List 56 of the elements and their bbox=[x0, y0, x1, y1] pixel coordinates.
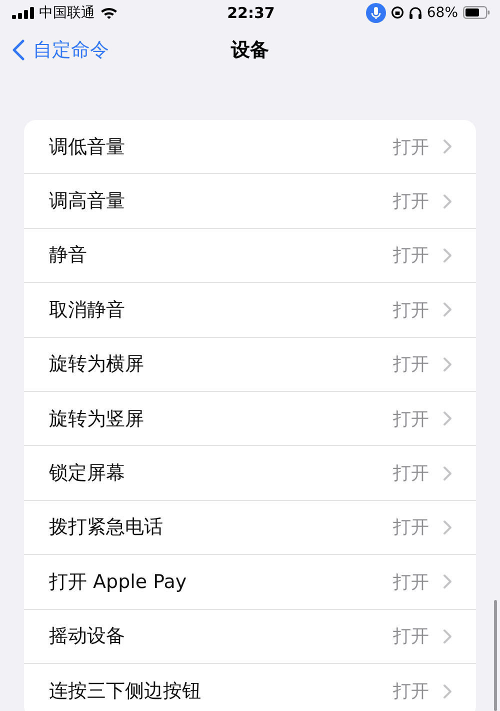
list-row[interactable]: 拨打紧急电话 打开 bbox=[24, 500, 476, 556]
row-label: 静音 bbox=[49, 243, 88, 268]
row-value: 打开 bbox=[393, 298, 429, 322]
row-value: 打开 bbox=[393, 408, 429, 431]
row-label: 调低音量 bbox=[49, 134, 126, 160]
row-value: 打开 bbox=[393, 462, 429, 486]
row-value: 打开 bbox=[393, 190, 429, 214]
page-title: 设备 bbox=[231, 38, 269, 63]
row-label: 连按三下侧边按钮 bbox=[49, 679, 202, 704]
list-row[interactable]: 打开 Apple Pay 打开 bbox=[24, 555, 476, 610]
chevron-right-icon bbox=[443, 466, 452, 481]
list-row[interactable]: 旋转为竖屏 打开 bbox=[24, 392, 476, 446]
chevron-right-icon bbox=[443, 139, 452, 154]
list-row[interactable]: 锁定屏幕 打开 bbox=[24, 446, 476, 501]
chevron-right-icon bbox=[443, 356, 452, 372]
list-row[interactable]: 旋转为横屏 打开 bbox=[24, 338, 476, 392]
chevron-right-icon bbox=[443, 194, 452, 209]
row-label: 拨打紧急电话 bbox=[49, 515, 164, 540]
signal-icon bbox=[12, 6, 34, 18]
row-value: 打开 bbox=[393, 353, 429, 376]
row-value: 打开 bbox=[393, 625, 429, 648]
list-row[interactable]: 摇动设备 打开 bbox=[24, 610, 476, 664]
headphones-icon bbox=[408, 6, 422, 19]
row-label: 调高音量 bbox=[49, 189, 126, 214]
chevron-right-icon bbox=[443, 684, 452, 699]
microphone-icon bbox=[366, 2, 386, 22]
chevron-right-icon bbox=[443, 574, 452, 590]
list-row[interactable]: 静音 打开 bbox=[24, 228, 476, 284]
chevron-right-icon bbox=[443, 628, 452, 644]
row-label: 旋转为横屏 bbox=[49, 352, 145, 378]
row-value: 打开 bbox=[393, 680, 429, 704]
row-label: 取消静音 bbox=[49, 298, 126, 323]
battery-percent: 68% bbox=[426, 4, 458, 20]
list-row[interactable]: 取消静音 打开 bbox=[24, 283, 476, 338]
row-label: 锁定屏幕 bbox=[49, 461, 126, 486]
rotation-lock-icon bbox=[390, 6, 404, 19]
chevron-right-icon bbox=[443, 411, 452, 426]
back-button[interactable]: 自定命令 bbox=[12, 37, 109, 63]
list-row[interactable]: 调低音量 打开 bbox=[24, 120, 476, 174]
battery-icon bbox=[463, 6, 490, 19]
row-label: 打开 Apple Pay bbox=[49, 570, 188, 595]
row-value: 打开 bbox=[393, 136, 429, 159]
row-label: 摇动设备 bbox=[49, 624, 126, 650]
row-value: 打开 bbox=[393, 570, 429, 594]
chevron-right-icon bbox=[443, 302, 452, 318]
row-value: 打开 bbox=[393, 516, 429, 540]
status-time: 22:37 bbox=[227, 4, 275, 22]
carrier-name: 中国联通 bbox=[39, 4, 95, 22]
row-label: 旋转为竖屏 bbox=[49, 406, 145, 432]
chevron-left-icon bbox=[12, 39, 25, 61]
chevron-right-icon bbox=[443, 248, 452, 263]
row-value: 打开 bbox=[393, 244, 429, 268]
chevron-right-icon bbox=[443, 520, 452, 535]
list-row[interactable]: 连按三下侧边按钮 打开 bbox=[24, 664, 476, 711]
list-row[interactable]: 调高音量 打开 bbox=[24, 174, 476, 229]
wifi-icon bbox=[100, 6, 118, 19]
